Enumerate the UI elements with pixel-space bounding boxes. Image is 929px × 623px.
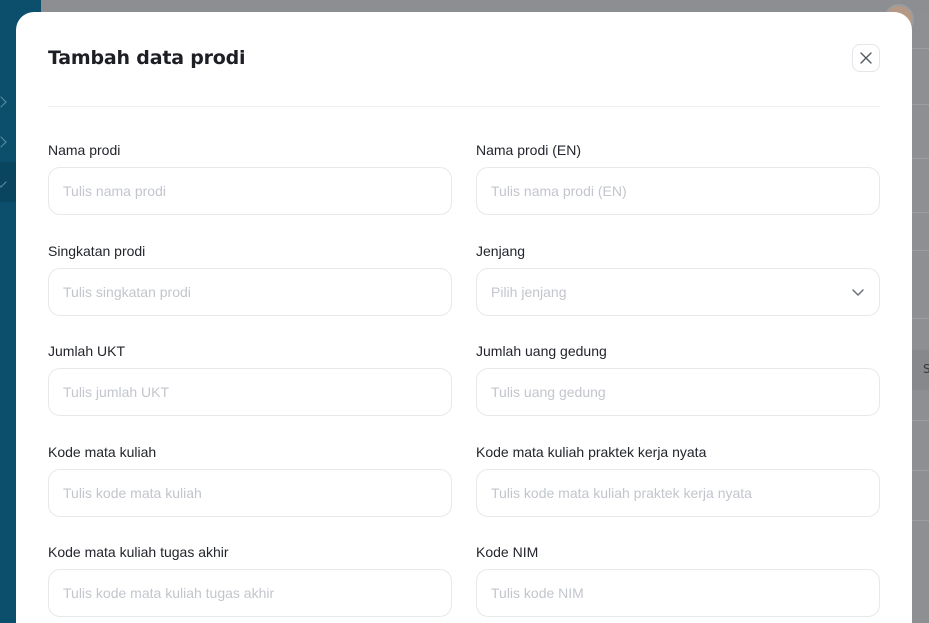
field-jumlah-ukt: Jumlah UKT bbox=[48, 343, 452, 416]
background-chip-text: S bbox=[923, 362, 929, 376]
nama-prodi-en-label: Nama prodi (EN) bbox=[476, 142, 582, 158]
kode-mata-kuliah-label: Kode mata kuliah bbox=[48, 444, 157, 460]
modal-title: Tambah data prodi bbox=[48, 47, 246, 69]
kode-mk-kkn-input[interactable] bbox=[476, 469, 880, 517]
field-nama-prodi: Nama prodi bbox=[48, 142, 452, 215]
nama-prodi-en-input[interactable] bbox=[476, 167, 880, 215]
field-nama-prodi-en: Nama prodi (EN) bbox=[476, 142, 880, 215]
close-icon bbox=[860, 52, 872, 64]
chevron-down-icon bbox=[852, 289, 864, 296]
field-kode-mata-kuliah: Kode mata kuliah bbox=[48, 444, 452, 517]
field-jumlah-uang-gedung: Jumlah uang gedung bbox=[476, 343, 880, 416]
jumlah-ukt-label: Jumlah UKT bbox=[48, 343, 126, 359]
jenjang-select[interactable]: Pilih jenjang bbox=[476, 268, 880, 316]
nama-prodi-input[interactable] bbox=[48, 167, 452, 215]
jenjang-label: Jenjang bbox=[476, 243, 526, 259]
field-singkatan-prodi: Singkatan prodi bbox=[48, 243, 452, 316]
kode-mata-kuliah-input[interactable] bbox=[48, 469, 452, 517]
sidebar-chevron-icon bbox=[0, 136, 7, 148]
field-kode-mk-kkn: Kode mata kuliah praktek kerja nyata bbox=[476, 444, 880, 517]
background-chip: S bbox=[912, 350, 929, 390]
singkatan-prodi-input[interactable] bbox=[48, 268, 452, 316]
singkatan-prodi-label: Singkatan prodi bbox=[48, 243, 146, 259]
kode-mk-kkn-label: Kode mata kuliah praktek kerja nyata bbox=[476, 444, 707, 460]
jenjang-select-placeholder: Pilih jenjang bbox=[491, 284, 567, 300]
field-kode-nim: Kode NIM bbox=[476, 544, 880, 617]
kode-nim-input[interactable] bbox=[476, 569, 880, 617]
field-jenjang: Jenjang Pilih jenjang bbox=[476, 243, 880, 316]
nama-prodi-label: Nama prodi bbox=[48, 142, 121, 158]
kode-nim-label: Kode NIM bbox=[476, 544, 539, 560]
close-button[interactable] bbox=[852, 44, 880, 72]
jumlah-ukt-input[interactable] bbox=[48, 368, 452, 416]
jumlah-uang-gedung-input[interactable] bbox=[476, 368, 880, 416]
header-divider bbox=[48, 106, 880, 107]
jumlah-uang-gedung-label: Jumlah uang gedung bbox=[476, 343, 607, 359]
add-prodi-modal: Tambah data prodi Nama prodi Nama prodi … bbox=[16, 12, 912, 623]
background-topbar bbox=[41, 0, 929, 12]
field-kode-mk-tugas-akhir: Kode mata kuliah tugas akhir bbox=[48, 544, 452, 617]
sidebar-chevron-icon bbox=[0, 96, 7, 108]
kode-mk-tugas-akhir-input[interactable] bbox=[48, 569, 452, 617]
kode-mk-tugas-akhir-label: Kode mata kuliah tugas akhir bbox=[48, 544, 229, 560]
